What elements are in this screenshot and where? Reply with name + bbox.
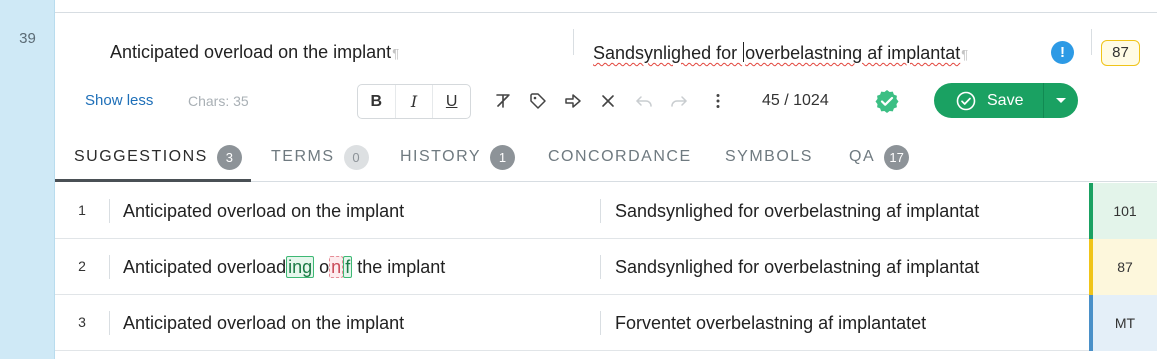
- tab-symbols[interactable]: SYMBOLS: [725, 145, 813, 182]
- arrow-right-icon: [565, 94, 581, 108]
- tab-suggestions[interactable]: SUGGESTIONS 3: [55, 145, 251, 182]
- score-divider: [1091, 29, 1092, 55]
- source-text: Anticipated overload on the implant¶: [110, 42, 399, 63]
- underline-button[interactable]: U: [432, 85, 470, 118]
- tab-count-badge: 3: [216, 145, 242, 170]
- suggestion-score: 87: [1089, 239, 1157, 295]
- pilcrow-icon: ¶: [392, 46, 400, 61]
- target-text-before-caret: Sandsynlighed for: [593, 43, 743, 63]
- target-editor[interactable]: Sandsynlighed for overbelastning af impl…: [593, 42, 968, 64]
- panel-tabs: SUGGESTIONS 3 TERMS 0 HISTORY 1 CONCORDA…: [55, 140, 1157, 182]
- clear-target-button[interactable]: [597, 90, 619, 112]
- tab-qa[interactable]: QA 17: [849, 145, 910, 182]
- character-counter: 45 / 1024: [762, 92, 829, 109]
- tab-count-badge: 0: [343, 145, 369, 170]
- tab-history[interactable]: HISTORY 1: [400, 145, 516, 182]
- bold-icon: B: [370, 92, 383, 110]
- row-divider: [600, 311, 601, 335]
- suggestion-target: Sandsynlighed for overbelastning af impl…: [615, 201, 980, 221]
- suggestion-number: 3: [78, 314, 86, 330]
- tab-count-badge: 1: [490, 145, 516, 170]
- diff-text: Anticipated overloa: [123, 257, 277, 277]
- suggestions-list: 1 Anticipated overload on the implant Sa…: [55, 183, 1157, 351]
- italic-button[interactable]: I: [394, 85, 433, 118]
- suggestion-source-diff: Anticipated overload ing onf the implant: [123, 256, 446, 278]
- qa-warning-icon[interactable]: !: [1051, 41, 1074, 64]
- tab-label: TERMS: [271, 148, 335, 165]
- suggestion-row[interactable]: 2 Anticipated overload ing onf the implan…: [55, 239, 1157, 295]
- tab-label: CONCORDANCE: [548, 148, 692, 165]
- tab-count-badge: 17: [884, 145, 910, 170]
- tab-terms[interactable]: TERMS 0: [271, 145, 369, 182]
- undo-button[interactable]: [633, 90, 655, 112]
- suggestion-source: Anticipated overload on the implant: [123, 313, 405, 333]
- diff-text: o: [314, 257, 330, 277]
- redo-button[interactable]: [668, 90, 690, 112]
- match-score-badge: 87: [1101, 40, 1140, 66]
- suggestion-target: Forventet overbelastning af implantatet: [615, 313, 927, 333]
- tab-label: SYMBOLS: [725, 148, 813, 165]
- suggestion-target: Sandsynlighed for overbelastning af impl…: [615, 257, 980, 277]
- segment-gutter: 39: [0, 0, 55, 359]
- suggestion-row[interactable]: 1 Anticipated overload on the implant Sa…: [55, 183, 1157, 239]
- check-circle-icon: [956, 91, 976, 110]
- confirmed-check-icon: [875, 89, 899, 113]
- chevron-down-icon: [1056, 97, 1066, 103]
- row-divider: [109, 255, 110, 279]
- underline-icon: U: [445, 92, 458, 110]
- row-divider: [600, 199, 601, 223]
- suggestion-source: Anticipated overload on the implant: [123, 201, 405, 221]
- pilcrow-icon: ¶: [961, 47, 969, 62]
- insert-tag-button[interactable]: [527, 90, 549, 112]
- save-options-dropdown[interactable]: [1043, 83, 1078, 118]
- diff-insertion: ing: [286, 256, 315, 278]
- tab-label: SUGGESTIONS: [74, 148, 208, 165]
- more-options-button[interactable]: [707, 90, 729, 112]
- clear-formatting-icon: [496, 94, 510, 108]
- suggestion-number: 2: [78, 258, 86, 274]
- chars-count: Chars: 35: [188, 93, 249, 109]
- text-caret: [743, 42, 745, 62]
- row-divider: [600, 255, 601, 279]
- diff-deletion: n: [329, 256, 344, 278]
- diff-text: the implant: [352, 257, 446, 277]
- tab-concordance[interactable]: CONCORDANCE: [548, 145, 692, 182]
- suggestion-score: MT: [1089, 295, 1157, 351]
- save-label: Save: [987, 91, 1024, 109]
- suggestion-row[interactable]: 3 Anticipated overload on the implant Fo…: [55, 295, 1157, 351]
- segment-editor: Anticipated overload on the implant¶ San…: [55, 0, 1157, 359]
- bold-button[interactable]: B: [358, 85, 395, 118]
- segment-number: 39: [19, 30, 36, 47]
- column-divider: [573, 29, 574, 55]
- copy-source-button[interactable]: [562, 90, 584, 112]
- tab-label: HISTORY: [400, 148, 482, 165]
- suggestion-score: 101: [1089, 183, 1157, 239]
- suggestion-number: 1: [78, 202, 86, 218]
- vertical-dots-icon: [716, 94, 720, 108]
- italic-icon: I: [410, 92, 418, 111]
- clear-formatting-button[interactable]: [492, 90, 514, 112]
- source-sentence: Anticipated overload on the implant: [110, 42, 392, 62]
- save-button[interactable]: Save: [934, 83, 1043, 118]
- row-divider: [109, 311, 110, 335]
- tab-label: QA: [849, 148, 876, 165]
- target-text-after-caret: overbelastning af implantat: [745, 43, 961, 63]
- row-divider: [109, 199, 110, 223]
- format-button-group: B I U: [357, 84, 471, 119]
- diff-text: d: [276, 257, 287, 277]
- tag-icon: [530, 93, 546, 109]
- diff-insertion: f: [343, 256, 353, 278]
- redo-icon: [671, 96, 688, 107]
- show-less-link[interactable]: Show less: [85, 92, 153, 109]
- undo-icon: [635, 96, 652, 107]
- close-icon: [602, 95, 614, 107]
